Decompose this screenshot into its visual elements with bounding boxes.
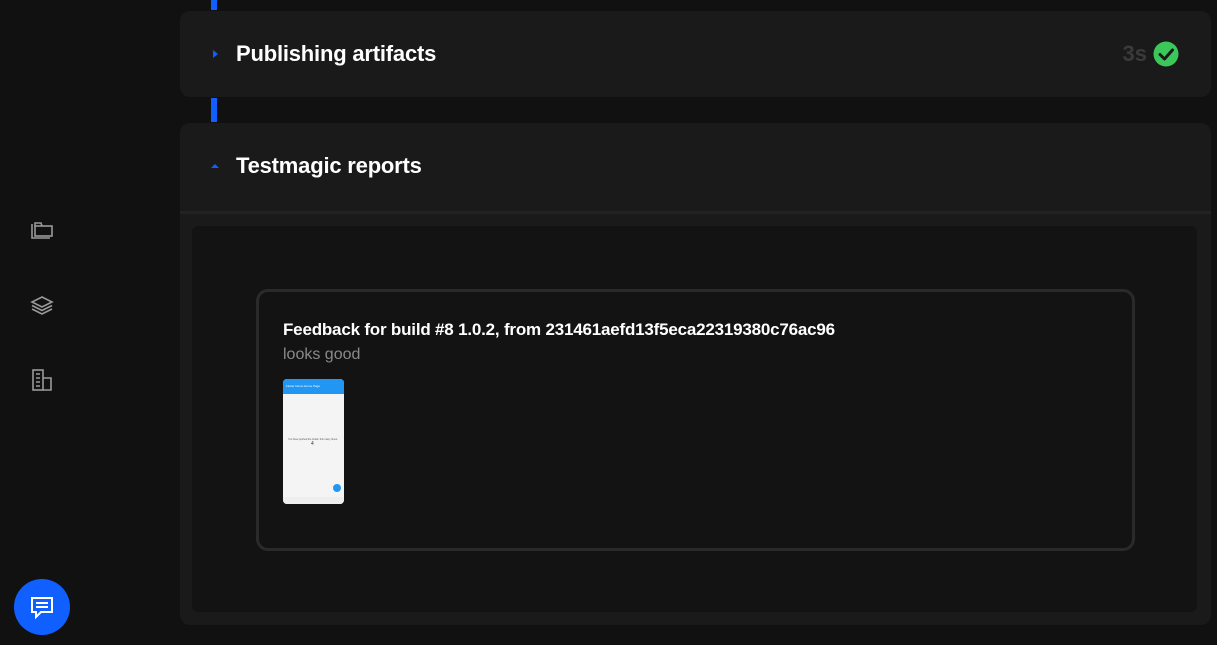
step-connector <box>211 98 217 122</box>
step-title: Publishing artifacts <box>236 41 437 66</box>
divider <box>180 211 1211 214</box>
step-connector <box>211 0 217 10</box>
feedback-card: Feedback for build #8 1.0.2, from 231461… <box>256 289 1135 551</box>
thumb-counter: 4 <box>311 441 314 447</box>
step-title: Testmagic reports <box>236 153 422 178</box>
buildings-icon[interactable] <box>28 366 56 394</box>
thumb-app-bar: Flutter Demo Home Page <box>283 379 344 394</box>
step-card-publishing-artifacts: Publishing artifacts 3s <box>180 11 1211 97</box>
step-header[interactable]: Testmagic reports <box>180 123 1211 209</box>
step-card-testmagic-reports: Testmagic reports Feedback for build #8 … <box>180 123 1211 625</box>
caret-right-icon <box>210 49 220 59</box>
step-header[interactable]: Publishing artifacts 3s <box>180 11 1211 97</box>
folders-icon[interactable] <box>28 216 56 244</box>
feedback-comment: looks good <box>283 346 361 363</box>
feedback-screenshot-thumbnail[interactable]: Flutter Demo Home Page You have pushed t… <box>283 379 344 504</box>
report-area: Feedback for build #8 1.0.2, from 231461… <box>192 226 1197 612</box>
caret-up-icon <box>210 161 220 171</box>
check-circle-icon <box>1153 41 1179 67</box>
layers-icon[interactable] <box>28 291 56 319</box>
chat-button[interactable] <box>14 579 70 635</box>
sidebar <box>0 0 84 645</box>
feedback-title: Feedback for build #8 1.0.2, from 231461… <box>283 320 835 339</box>
chat-icon <box>31 597 53 620</box>
thumb-app-bar-title: Flutter Demo Home Page <box>286 384 321 388</box>
step-duration: 3s <box>1122 41 1147 66</box>
thumb-nav-bar <box>283 497 344 504</box>
thumb-fab <box>333 484 341 492</box>
